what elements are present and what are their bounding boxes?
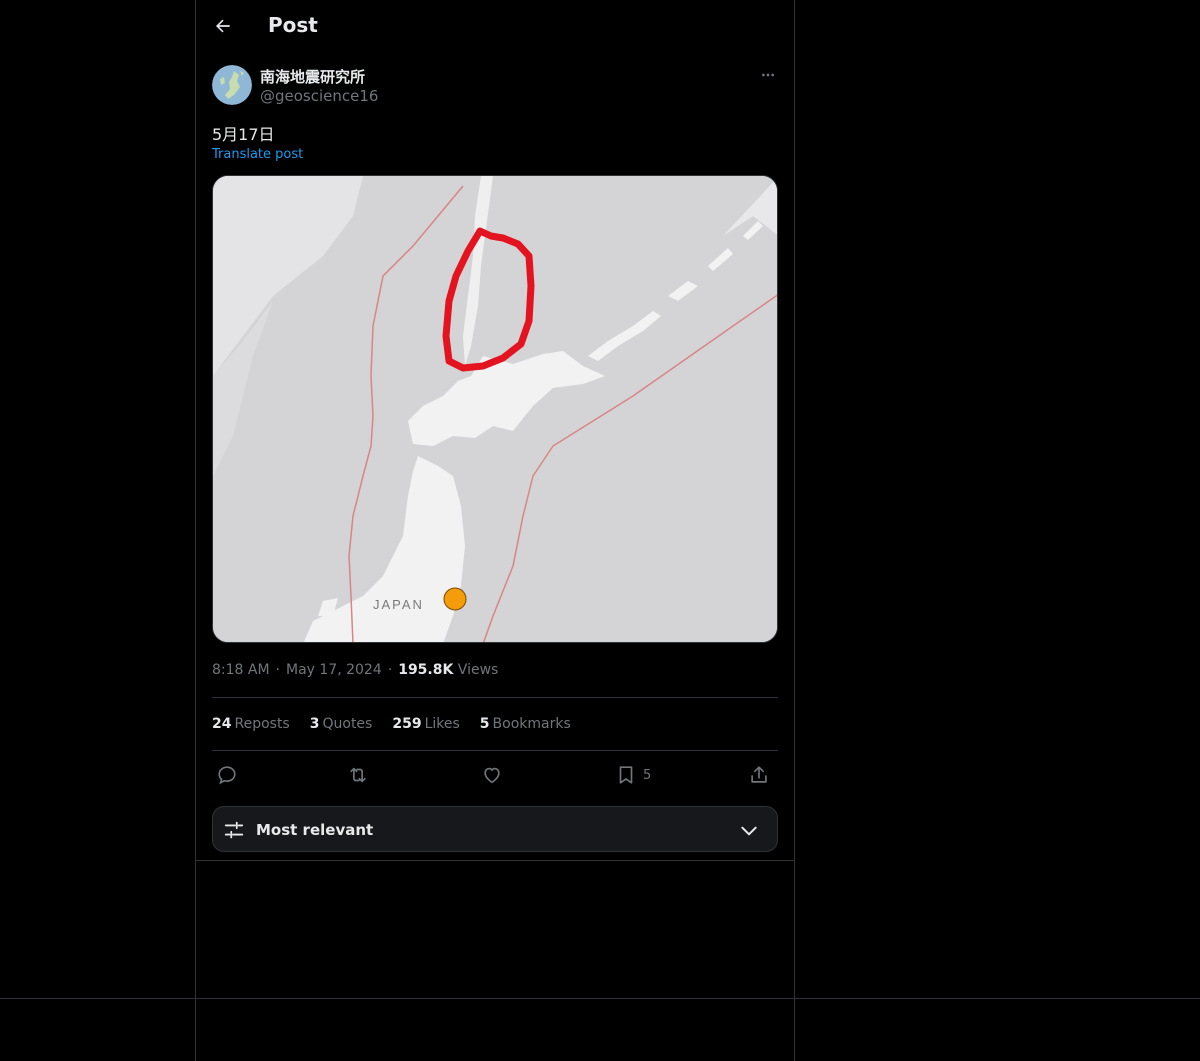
arrow-left-icon — [216, 19, 230, 33]
reply-button[interactable] — [216, 761, 238, 789]
reply-icon — [218, 766, 236, 785]
sliders-icon — [224, 821, 244, 839]
page-title: Post — [268, 13, 318, 37]
post-detail-column: Post 南海地震研究所 @geoscience16 5月17日 Transla… — [196, 0, 794, 860]
post-time[interactable]: 8:18 AM — [212, 662, 270, 678]
column-bottom-border — [196, 860, 794, 861]
reply-sort-dropdown[interactable]: Most relevant — [212, 806, 778, 852]
post-header: Post — [196, 0, 794, 53]
divider — [212, 697, 778, 698]
divider — [212, 750, 778, 751]
meta-separator: · — [387, 662, 393, 678]
author-display-name[interactable]: 南海地震研究所 — [260, 66, 365, 87]
stat-likes[interactable]: 259 Likes — [392, 716, 459, 732]
translate-post-link[interactable]: Translate post — [212, 147, 303, 162]
bookmark-icon — [619, 766, 633, 784]
post-author: 南海地震研究所 @geoscience16 — [212, 65, 778, 107]
bookmark-button[interactable]: 5 — [615, 761, 651, 789]
stat-reposts[interactable]: 24 Reposts — [212, 716, 290, 732]
more-options-button[interactable] — [758, 65, 778, 85]
bookmark-count: 5 — [643, 767, 652, 783]
stat-bookmarks[interactable]: 5 Bookmarks — [480, 716, 571, 732]
share-button[interactable] — [748, 761, 770, 789]
author-handle[interactable]: @geoscience16 — [260, 87, 378, 105]
like-button[interactable] — [481, 761, 503, 789]
more-dots-icon — [762, 73, 774, 77]
map-image: JAPAN — [213, 176, 777, 642]
sort-label: Most relevant — [256, 821, 374, 839]
stat-quotes[interactable]: 3 Quotes — [310, 716, 373, 732]
meta-separator: · — [275, 662, 280, 678]
heart-icon — [484, 767, 500, 784]
post-actions: 5 — [212, 761, 778, 789]
views-count: 195.8K — [398, 662, 454, 678]
avatar-map-icon — [212, 65, 252, 105]
post-date[interactable]: May 17, 2024 — [286, 662, 382, 678]
map-label: JAPAN — [373, 597, 424, 612]
post-stats: 24 Reposts 3 Quotes 259 Likes 5 Bookmarks — [212, 716, 571, 732]
post-meta: 8:18 AM · May 17, 2024 · 195.8K Views — [212, 662, 498, 678]
repost-button[interactable] — [347, 761, 369, 789]
column-right-border — [794, 0, 795, 1061]
share-icon — [751, 766, 767, 783]
chevron-down-icon — [741, 826, 757, 836]
views-label: Views — [457, 662, 499, 678]
back-button[interactable] — [206, 9, 240, 43]
page-divider — [0, 998, 1200, 999]
post-text: 5月17日 — [212, 125, 275, 144]
repost-icon — [350, 767, 366, 783]
post-image[interactable]: JAPAN — [212, 175, 778, 643]
avatar[interactable] — [212, 65, 252, 105]
